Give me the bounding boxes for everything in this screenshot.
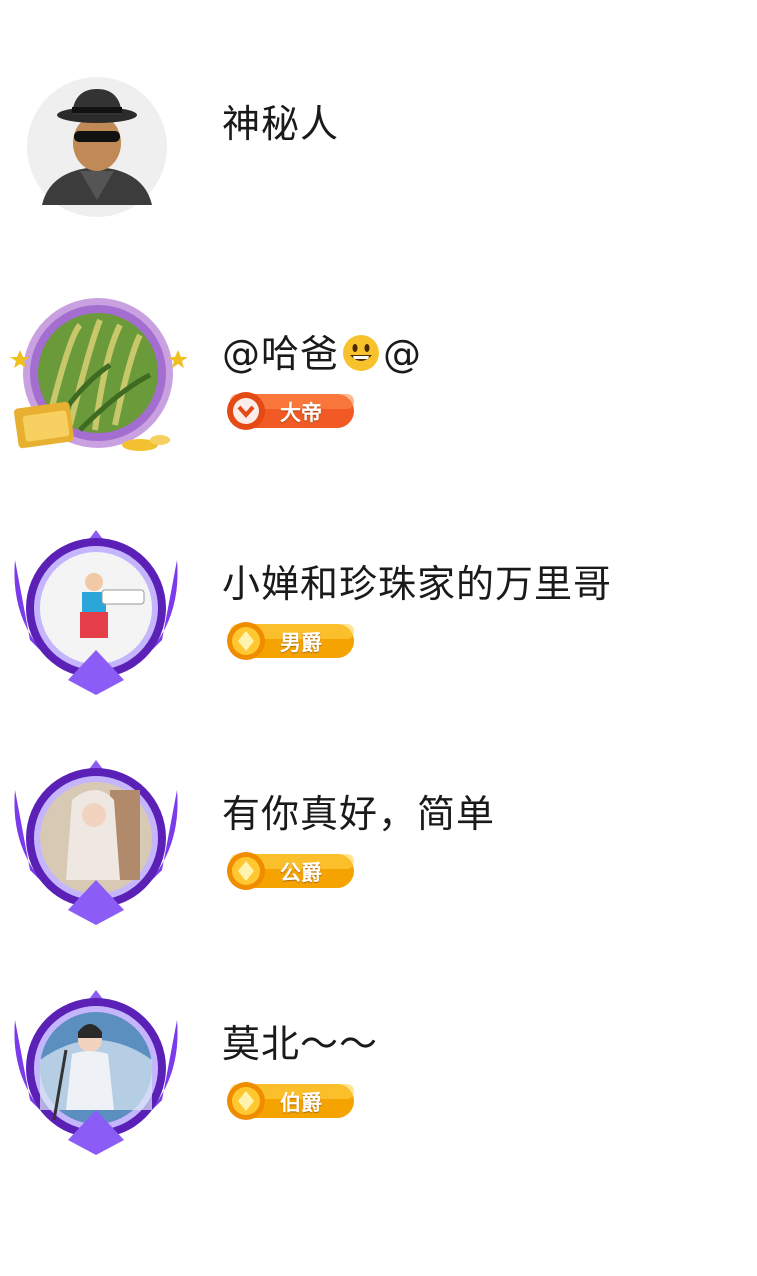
- list-item[interactable]: @哈爸 @ 大帝: [0, 290, 757, 490]
- rank-badge: 伯爵: [222, 1080, 356, 1122]
- avatar[interactable]: [10, 530, 190, 700]
- user-name: 神秘人: [222, 102, 340, 146]
- rank-badge: 公爵: [222, 850, 356, 892]
- rank-badge: 大帝: [222, 390, 356, 432]
- list-item[interactable]: 莫北～～ 伯爵: [0, 980, 757, 1180]
- user-name: @哈爸 @: [222, 323, 422, 378]
- user-name: 有你真好，简单: [222, 792, 496, 836]
- girl-portrait-avatar: [14, 760, 178, 925]
- list-item[interactable]: 有你真好，简单 公爵: [0, 750, 757, 950]
- badge-label: 公爵: [280, 861, 322, 885]
- badge-label: 男爵: [280, 631, 322, 655]
- avatar[interactable]: [10, 990, 190, 1160]
- rank-badge: 男爵: [222, 620, 356, 662]
- list-item[interactable]: 神秘人: [0, 60, 757, 260]
- swordsman-avatar: [14, 990, 178, 1155]
- avatar[interactable]: [10, 760, 190, 930]
- name-prefix: @哈爸: [222, 332, 340, 376]
- girl-photo-avatar: [14, 530, 178, 695]
- list-item[interactable]: 小婵和珍珠家的万里哥 男爵: [0, 520, 757, 720]
- avatar[interactable]: [10, 295, 190, 465]
- grinning-face-icon: [343, 335, 380, 371]
- user-name: 莫北～～: [222, 1022, 379, 1066]
- badge-label: 伯爵: [280, 1091, 322, 1115]
- mystery-man-avatar: [27, 77, 167, 217]
- name-suffix: @: [383, 332, 423, 376]
- user-name: 小婵和珍珠家的万里哥: [222, 562, 613, 606]
- badge-label: 大帝: [280, 401, 322, 425]
- rice-field-avatar: [10, 298, 188, 451]
- avatar[interactable]: [10, 75, 190, 245]
